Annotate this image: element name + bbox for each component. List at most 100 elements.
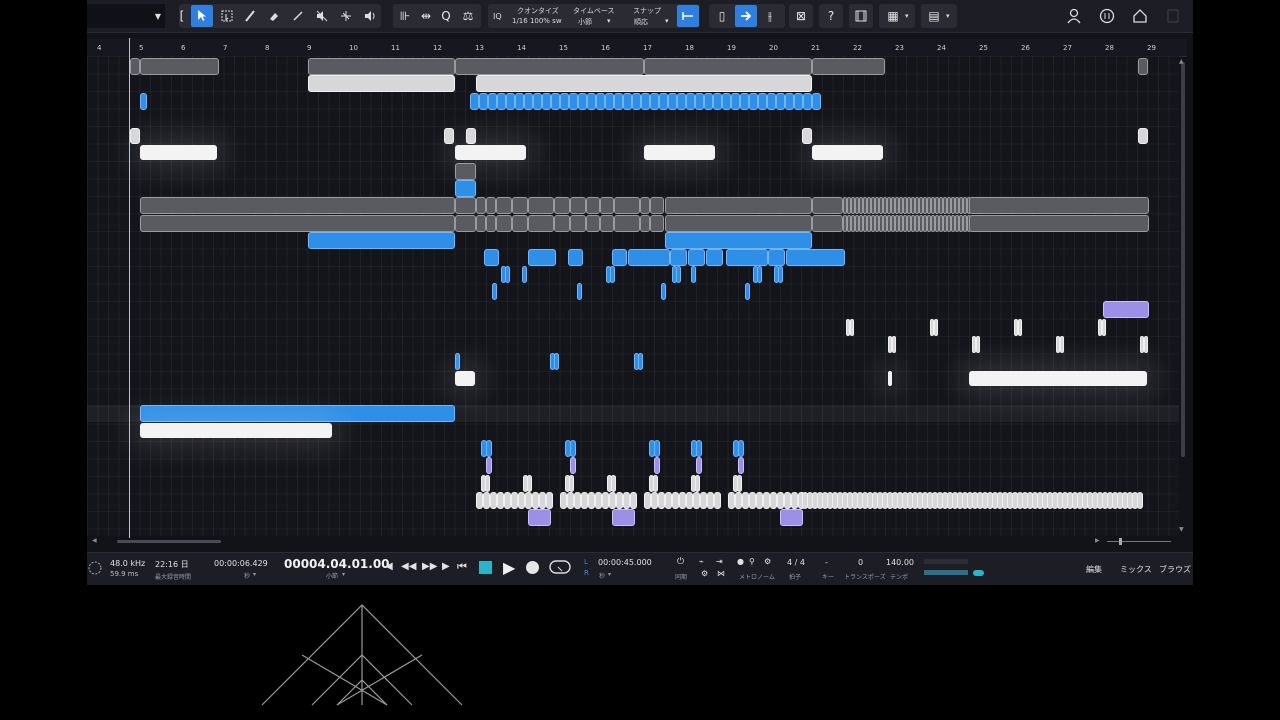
audio-clip[interactable]: [308, 232, 455, 249]
midi-note-clip[interactable]: [803, 93, 812, 110]
time-unit-chevron-icon[interactable]: ▾: [253, 571, 256, 578]
event-clip[interactable]: [140, 197, 455, 214]
note-clip[interactable]: [778, 266, 783, 283]
punch-icon[interactable]: ⋈: [717, 569, 725, 578]
tab-browse[interactable]: ブラウズ: [1159, 564, 1191, 575]
midi-note-clip[interactable]: [605, 93, 614, 110]
event-clip[interactable]: [570, 215, 586, 232]
midi-note-clip[interactable]: [596, 93, 605, 110]
position-chevron-icon[interactable]: ▾: [342, 571, 345, 578]
drum-note[interactable]: [686, 492, 693, 509]
note-clip[interactable]: [661, 283, 666, 300]
drum-note[interactable]: [485, 475, 490, 492]
bend-tool-button[interactable]: [335, 5, 357, 27]
layout-chevron-icon[interactable]: ▾: [946, 12, 950, 20]
time-seconds[interactable]: 00:00:06.429: [214, 559, 268, 568]
purple-clip[interactable]: [1103, 301, 1149, 318]
midi-note-clip[interactable]: [506, 93, 515, 110]
play-button[interactable]: ▶: [503, 558, 515, 577]
drum-note[interactable]: [777, 492, 784, 509]
iq-label[interactable]: IQ: [493, 12, 502, 21]
drum-note[interactable]: [738, 440, 744, 457]
drum-note[interactable]: [672, 492, 679, 509]
ruler-bar-28[interactable]: 28: [1105, 44, 1114, 52]
event-clip[interactable]: [455, 145, 526, 160]
midi-note-clip[interactable]: [488, 93, 497, 110]
drum-note[interactable]: [654, 457, 660, 474]
event-clip[interactable]: [644, 58, 812, 75]
event-clip[interactable]: [628, 249, 670, 266]
ruler-bar-9[interactable]: 9: [307, 44, 311, 52]
ruler-bar-8[interactable]: 8: [265, 44, 269, 52]
event-clip[interactable]: [726, 249, 768, 266]
ruler-bar-16[interactable]: 16: [601, 44, 610, 52]
event-clip[interactable]: [640, 215, 650, 232]
event-clip[interactable]: [484, 249, 499, 266]
ruler-bar-17[interactable]: 17: [643, 44, 652, 52]
event-clip[interactable]: [768, 249, 785, 266]
metronome-record-icon[interactable]: ●: [737, 557, 744, 566]
event-clip[interactable]: [665, 215, 812, 232]
arrow-tool-button[interactable]: [191, 5, 213, 27]
drum-note[interactable]: [570, 457, 576, 474]
drum-note[interactable]: [511, 492, 518, 509]
tick-clip[interactable]: [850, 319, 854, 336]
sync-icon[interactable]: ⏻: [677, 557, 684, 567]
midi-note-clip[interactable]: [542, 93, 551, 110]
drum-note[interactable]: [707, 492, 714, 509]
autoscroll-button[interactable]: [735, 5, 757, 27]
note-clip[interactable]: [577, 283, 582, 300]
ruler-bar-24[interactable]: 24: [937, 44, 946, 52]
tick-clip[interactable]: [1060, 336, 1064, 353]
ruler-bar-22[interactable]: 22: [853, 44, 862, 52]
ruler-bar-21[interactable]: 21: [811, 44, 820, 52]
midi-note-clip[interactable]: [722, 93, 731, 110]
time-seconds-unit[interactable]: 秒: [244, 571, 250, 580]
event-clip[interactable]: [600, 197, 614, 214]
event-clip[interactable]: [512, 215, 528, 232]
help-button[interactable]: ?: [820, 5, 842, 27]
event-clip[interactable]: [455, 163, 476, 180]
event-clip[interactable]: [812, 58, 885, 75]
loop-icon[interactable]: [549, 559, 571, 575]
event-clip[interactable]: [665, 197, 812, 214]
event-clip[interactable]: [812, 215, 843, 232]
event-clip[interactable]: [140, 93, 147, 110]
ruler-bar-13[interactable]: 13: [475, 44, 484, 52]
tick-clip[interactable]: [934, 319, 938, 336]
tick-clip[interactable]: [976, 336, 980, 353]
fast-forward-icon[interactable]: ▶▶: [422, 561, 437, 572]
event-clip[interactable]: [512, 197, 528, 214]
event-clip[interactable]: [140, 423, 332, 438]
drum-note[interactable]: [483, 492, 490, 509]
drum-note[interactable]: [570, 440, 576, 457]
event-clip[interactable]: [650, 197, 664, 214]
drum-note[interactable]: [644, 492, 651, 509]
transpose-value[interactable]: 0: [858, 558, 863, 567]
layout-button[interactable]: ▤: [923, 5, 945, 27]
event-clip[interactable]: [554, 215, 570, 232]
midi-note-clip[interactable]: [578, 93, 587, 110]
midi-note-clip[interactable]: [515, 93, 524, 110]
event-clip[interactable]: [528, 249, 556, 266]
event-clip[interactable]: [650, 215, 664, 232]
user-button[interactable]: [1063, 5, 1085, 27]
event-clip[interactable]: [308, 58, 455, 75]
midi-note-clip[interactable]: [749, 93, 758, 110]
event-clip[interactable]: [600, 215, 614, 232]
ruler-bar-6[interactable]: 6: [181, 44, 185, 52]
event-clip[interactable]: [130, 58, 140, 75]
marker-clip[interactable]: [466, 128, 476, 144]
midi-note-clip[interactable]: [470, 93, 479, 110]
midi-note-clip[interactable]: [731, 93, 740, 110]
event-clip[interactable]: [496, 197, 512, 214]
timeline-ruler[interactable]: 4 5 6 7 8 9 10 11 12 13 14 15 16 17 18 19 20 21 22 23 24 25 26…: [87, 38, 1187, 57]
midi-note-clip[interactable]: [533, 93, 542, 110]
crosshair-button[interactable]: ⊠: [790, 5, 812, 27]
event-clip[interactable]: [476, 215, 486, 232]
ruler-bar-19[interactable]: 19: [727, 44, 736, 52]
return-to-zero-icon[interactable]: ⏮: [457, 560, 467, 574]
event-clip[interactable]: [1138, 58, 1148, 75]
midi-note-clip[interactable]: [479, 93, 488, 110]
drum-note[interactable]: [527, 475, 532, 492]
